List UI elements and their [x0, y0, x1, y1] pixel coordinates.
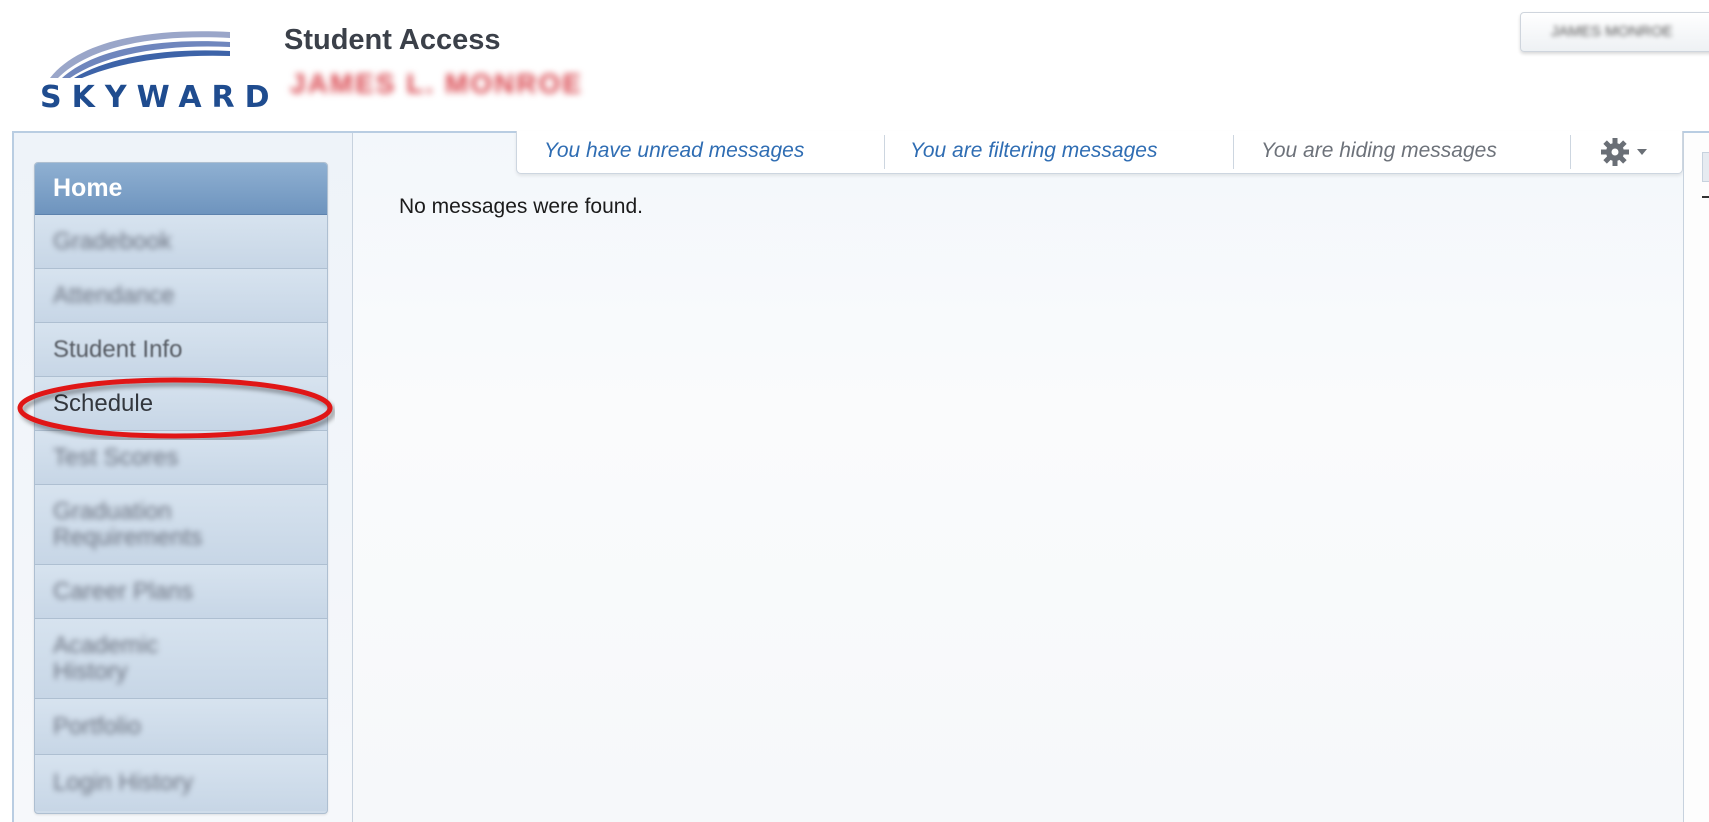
sidebar-item-label: Attendance: [53, 281, 175, 309]
right-panel-tab[interactable]: [1702, 152, 1709, 182]
sidebar-item-label: Gradebook: [53, 227, 172, 255]
settings-menu-button[interactable]: [1599, 137, 1669, 167]
sidebar-item-graduation-requirements[interactable]: Graduation Requirements: [35, 485, 327, 565]
sidebar-item-career-plans[interactable]: Career Plans: [35, 565, 327, 619]
sidebar-item-schedule[interactable]: Schedule: [35, 377, 327, 431]
user-menu-label: JAMES MONROE: [1551, 23, 1673, 40]
header: SKYWARD Student Access JAMES L. MONROE J…: [12, 6, 1709, 132]
sidebar-item-label: Graduation Requirements: [53, 497, 203, 551]
sidebar-item-label: Portfolio: [53, 712, 142, 740]
filtering-messages-link[interactable]: You are filtering messages: [910, 139, 1157, 163]
chevron-down-icon: [1637, 149, 1647, 155]
sidebar-item-label: Student Info: [53, 335, 183, 363]
sidebar-item-label: Login History: [53, 769, 194, 796]
hiding-messages-link[interactable]: You are hiding messages: [1261, 139, 1497, 163]
unread-messages-link[interactable]: You have unread messages: [544, 139, 804, 163]
sidebar-item-student-info[interactable]: Student Info: [35, 323, 327, 377]
main-content: [353, 133, 1683, 822]
student-name: JAMES L. MONROE: [290, 68, 583, 99]
sidebar-item-label: Schedule: [53, 389, 154, 417]
sidebar-item-portfolio[interactable]: Portfolio: [35, 699, 327, 755]
toolbar-divider: [1570, 135, 1571, 169]
sidebar-item-login-history[interactable]: Login History: [35, 755, 327, 811]
app-title: Student Access: [284, 24, 501, 56]
logo-swoosh-icon: [50, 31, 230, 78]
sidebar-item-label: Academic History: [53, 631, 159, 685]
sidebar-item-academic-history[interactable]: Academic History: [35, 619, 327, 699]
sidebar-item-gradebook[interactable]: Gradebook: [35, 215, 327, 269]
sidebar-item-label: Career Plans: [53, 577, 194, 605]
gear-icon: [1601, 138, 1647, 166]
sidebar-item-test-scores[interactable]: Test Scores: [35, 431, 327, 485]
toolbar-divider: [884, 135, 885, 169]
sidebar-item-label: Home: [53, 174, 123, 202]
right-panel: [1684, 133, 1709, 822]
toolbar-divider: [1233, 135, 1234, 169]
right-panel-marker: [1702, 196, 1709, 198]
sidebar-item-label: Test Scores: [53, 443, 179, 471]
empty-messages-text: No messages were found.: [399, 195, 643, 218]
message-toolbar: You have unread messages You are filteri…: [516, 131, 1683, 174]
logo-text: SKYWARD: [40, 80, 280, 115]
sidebar-item-home[interactable]: Home: [35, 163, 327, 215]
sidebar-item-attendance[interactable]: Attendance: [35, 269, 327, 323]
sidebar-nav: Home Gradebook Attendance Student Info S…: [34, 162, 328, 814]
user-menu-button[interactable]: JAMES MONROE: [1520, 12, 1709, 52]
skyward-logo[interactable]: SKYWARD: [40, 20, 275, 115]
